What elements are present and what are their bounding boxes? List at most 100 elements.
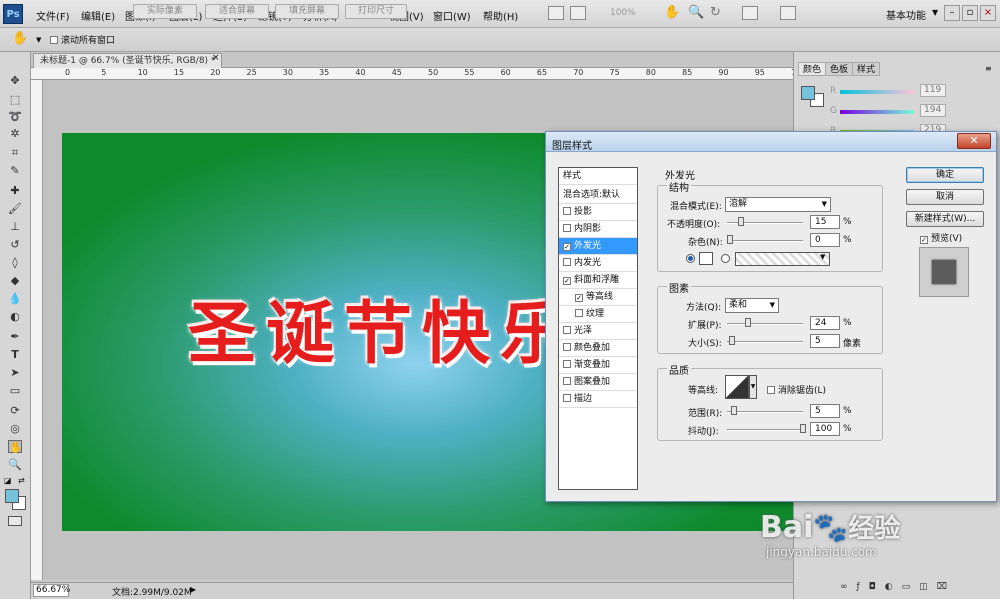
spread-slider-thumb[interactable] <box>744 318 751 327</box>
healing-brush-tool-icon[interactable]: ✚ <box>8 184 22 197</box>
style-item[interactable]: 光泽 <box>559 323 637 340</box>
zoom-tool-icon[interactable]: 🔍 <box>8 458 22 471</box>
noise-slider-thumb[interactable] <box>727 235 733 244</box>
shape-tool-icon[interactable]: ▭ <box>8 384 22 397</box>
style-item[interactable]: 颜色叠加 <box>559 340 637 357</box>
pen-tool-icon[interactable]: ✒ <box>8 330 22 343</box>
style-item[interactable]: ✓ 斜面和浮雕 <box>559 272 637 289</box>
hand-tool-icon[interactable]: ✋ <box>8 440 23 454</box>
checkbox-icon[interactable]: ✓ <box>575 294 583 302</box>
hand-tool-preset-icon[interactable]: ✋ <box>12 31 28 46</box>
jitter-track[interactable] <box>727 429 803 431</box>
range-track[interactable] <box>727 411 803 413</box>
style-item[interactable]: ✓ 外发光 <box>559 238 637 255</box>
checkbox-icon[interactable] <box>563 207 571 215</box>
move-tool-icon[interactable]: ✥ <box>8 74 22 87</box>
style-item[interactable]: ✓ 等高线 <box>559 289 637 306</box>
blur-tool-icon[interactable]: 💧 <box>8 292 22 305</box>
checkbox-icon[interactable] <box>563 326 571 334</box>
checkbox-icon[interactable] <box>563 224 571 232</box>
checkbox-icon[interactable]: ✓ <box>563 277 571 285</box>
style-item[interactable]: 内阴影 <box>559 221 637 238</box>
style-item[interactable]: 内发光 <box>559 255 637 272</box>
default-colors-icon[interactable]: ◪ <box>4 476 12 485</box>
workspace-switcher[interactable]: 基本功能 <box>886 7 926 22</box>
jitter-slider-thumb[interactable] <box>800 424 806 433</box>
glow-gradient-picker[interactable] <box>735 252 830 266</box>
fill-screen-button[interactable]: 填充屏幕 <box>275 4 339 19</box>
opacity-field[interactable]: 15 <box>810 215 840 229</box>
checkbox-icon[interactable] <box>563 360 571 368</box>
rotate-view-icon[interactable]: ↻ <box>710 5 721 20</box>
menu-item[interactable]: 窗口(W) <box>433 8 471 23</box>
foreground-color-swatch[interactable] <box>5 489 19 503</box>
lasso-tool-icon[interactable]: ➰ <box>8 110 22 123</box>
layers-footer-icons[interactable]: ∞ƒ◘◐▭◫⌧ <box>840 582 956 592</box>
menu-item[interactable]: 编辑(E) <box>81 8 115 23</box>
method-select[interactable]: 柔和 ▼ <box>725 298 779 313</box>
blend-mode-select[interactable]: 溶解 ▼ <box>725 197 831 212</box>
menu-item[interactable]: 帮助(H) <box>483 8 518 23</box>
marquee-tool-icon[interactable]: ⬚ <box>8 93 22 106</box>
menu-item[interactable]: 文件(F) <box>36 8 70 23</box>
swap-colors-icon[interactable]: ⇄ <box>18 476 25 485</box>
chevron-down-icon[interactable]: ▼ <box>820 253 825 261</box>
fit-screen-button[interactable]: 适合屏幕 <box>205 4 269 19</box>
screen-mode-icon[interactable] <box>780 6 796 20</box>
status-menu-icon[interactable]: ▶ <box>190 585 196 594</box>
jitter-field[interactable]: 100 <box>810 422 840 436</box>
color-radio[interactable] <box>686 254 695 263</box>
checkbox-icon[interactable] <box>575 309 583 317</box>
antialias-checkbox[interactable]: 消除锯齿(L) <box>767 383 826 396</box>
tab-swatches[interactable]: 色板 <box>825 62 854 76</box>
contour-picker[interactable] <box>725 375 749 399</box>
style-item[interactable]: 描边 <box>559 391 637 408</box>
restore-icon[interactable]: ▫ <box>962 5 978 21</box>
green-value[interactable]: 194 <box>920 104 946 117</box>
close-icon[interactable]: × <box>980 5 996 21</box>
range-slider-thumb[interactable] <box>730 406 737 415</box>
blending-options-default[interactable]: 混合选项:默认 <box>559 187 637 204</box>
brush-tool-icon[interactable]: 🖌 <box>8 202 22 215</box>
noise-track[interactable] <box>727 240 803 242</box>
style-item[interactable]: 渐变叠加 <box>559 357 637 374</box>
quick-mask-icon[interactable] <box>8 516 22 526</box>
range-field[interactable]: 5 <box>810 404 840 418</box>
glow-color-swatch[interactable] <box>699 252 713 265</box>
zoom-field[interactable]: 66.67% <box>33 584 70 597</box>
size-track[interactable] <box>727 341 803 343</box>
print-size-button[interactable]: 打印尺寸 <box>345 4 407 19</box>
green-slider[interactable] <box>840 110 914 114</box>
style-item[interactable]: 图案叠加 <box>559 374 637 391</box>
opacity-slider-thumb[interactable] <box>737 217 744 226</box>
clone-stamp-tool-icon[interactable]: ⊥ <box>8 220 22 233</box>
red-value[interactable]: 119 <box>920 84 946 97</box>
checkbox-icon[interactable] <box>563 377 571 385</box>
checkbox-icon[interactable] <box>50 36 58 44</box>
new-style-button[interactable]: 新建样式(W)... <box>906 211 984 227</box>
3d-rotate-tool-icon[interactable]: ⟳ <box>8 404 22 417</box>
dodge-tool-icon[interactable]: ◐ <box>8 310 22 323</box>
panel-menu-icon[interactable]: ≡ <box>985 64 992 73</box>
dialog-close-icon[interactable]: ✕ <box>957 133 991 149</box>
history-brush-tool-icon[interactable]: ↺ <box>8 238 22 251</box>
path-selection-tool-icon[interactable]: ➤ <box>8 366 22 379</box>
eraser-tool-icon[interactable]: ◊ <box>8 256 22 269</box>
close-tab-icon[interactable]: × <box>212 53 220 63</box>
scroll-all-windows-checkbox[interactable]: 滚动所有窗口 <box>50 33 115 46</box>
3d-orbit-tool-icon[interactable]: ◎ <box>8 422 22 435</box>
bridge-icon[interactable] <box>548 6 564 20</box>
document-tab[interactable]: 未标题-1 @ 66.7% (圣诞节快乐, RGB/8) * <box>33 53 223 68</box>
spread-field[interactable]: 24 <box>810 316 840 330</box>
magic-wand-tool-icon[interactable]: ✲ <box>8 127 22 140</box>
extras-icon[interactable] <box>742 6 758 20</box>
ok-button[interactable]: 确定 <box>906 167 984 183</box>
arrange-documents-icon[interactable] <box>570 6 586 20</box>
crop-tool-icon[interactable]: ⌗ <box>8 146 22 159</box>
red-slider[interactable] <box>840 90 914 94</box>
actual-pixels-button[interactable]: 实际像素 <box>133 4 197 19</box>
noise-field[interactable]: 0 <box>810 233 840 247</box>
size-slider-thumb[interactable] <box>729 336 735 345</box>
preview-checkbox[interactable]: ✓ 预览(V) <box>920 231 962 244</box>
chevron-down-icon[interactable]: ▼ <box>749 375 757 399</box>
